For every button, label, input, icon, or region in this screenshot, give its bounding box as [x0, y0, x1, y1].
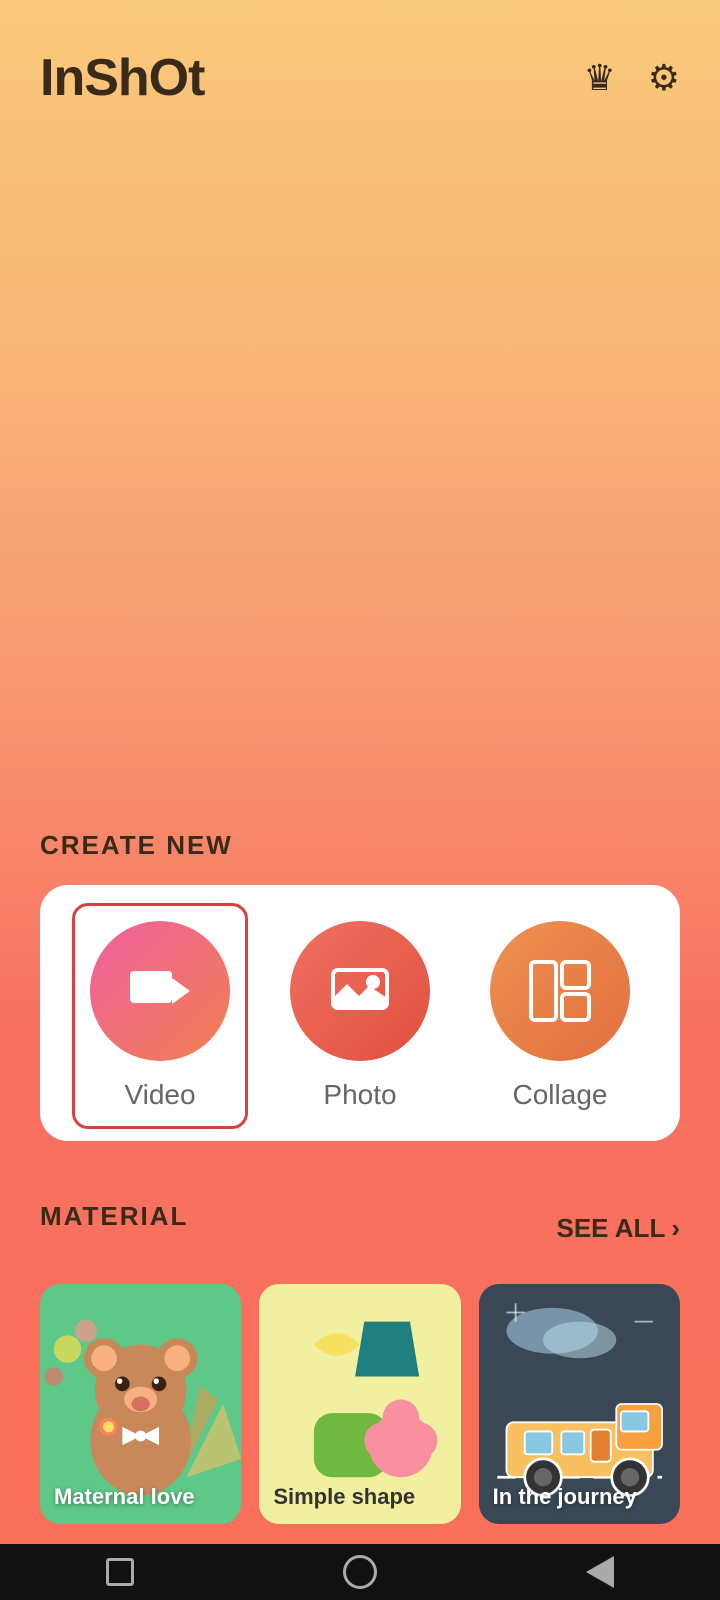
home-icon: [343, 1555, 377, 1589]
collage-icon: [525, 956, 595, 1026]
create-video-item[interactable]: Video: [90, 921, 230, 1111]
simple-art: Simple shape: [259, 1284, 460, 1524]
video-circle: [90, 921, 230, 1061]
chevron-right-icon: ›: [671, 1213, 680, 1244]
collage-label: Collage: [513, 1079, 608, 1111]
material-title: MATERIAL: [40, 1201, 188, 1232]
video-icon: [125, 956, 195, 1026]
back-icon: [586, 1556, 614, 1588]
nav-recent-apps[interactable]: [95, 1547, 145, 1597]
material-grid: Maternal love: [40, 1284, 680, 1524]
create-collage-item[interactable]: Collage: [490, 921, 630, 1111]
create-photo-item[interactable]: Photo: [290, 921, 430, 1111]
material-card-journey[interactable]: In the journey: [479, 1284, 680, 1524]
see-all-button[interactable]: SEE ALL ›: [557, 1213, 681, 1244]
settings-icon[interactable]: ⚙: [648, 57, 680, 99]
create-new-title: CREATE NEW: [40, 830, 680, 861]
nav-back[interactable]: [575, 1547, 625, 1597]
create-new-section: CREATE NEW Video: [0, 830, 720, 1169]
create-new-card: Video Photo: [40, 885, 680, 1141]
material-header: MATERIAL SEE ALL ›: [40, 1201, 680, 1256]
video-label: Video: [124, 1079, 195, 1111]
photo-icon: [325, 956, 395, 1026]
photo-circle: [290, 921, 430, 1061]
material-section: MATERIAL SEE ALL ›: [0, 1169, 720, 1544]
simple-shape-label: Simple shape: [273, 1484, 446, 1510]
hero-area: [0, 128, 720, 830]
nav-home[interactable]: [335, 1547, 385, 1597]
material-card-simple[interactable]: Simple shape: [259, 1284, 460, 1524]
header: InShOt ♛ ⚙: [0, 0, 720, 128]
recent-apps-icon: [106, 1558, 134, 1586]
material-card-maternal[interactable]: Maternal love: [40, 1284, 241, 1524]
see-all-label: SEE ALL: [557, 1213, 666, 1244]
app-logo: InShOt: [40, 48, 204, 108]
journey-art: In the journey: [479, 1284, 680, 1524]
bottom-nav: [0, 1544, 720, 1600]
maternal-art: Maternal love: [40, 1284, 241, 1524]
header-icons: ♛ ⚙: [583, 57, 680, 99]
journey-label: In the journey: [493, 1484, 666, 1510]
photo-label: Photo: [323, 1079, 396, 1111]
maternal-love-label: Maternal love: [54, 1484, 227, 1510]
crown-icon[interactable]: ♛: [583, 57, 615, 99]
collage-circle: [490, 921, 630, 1061]
